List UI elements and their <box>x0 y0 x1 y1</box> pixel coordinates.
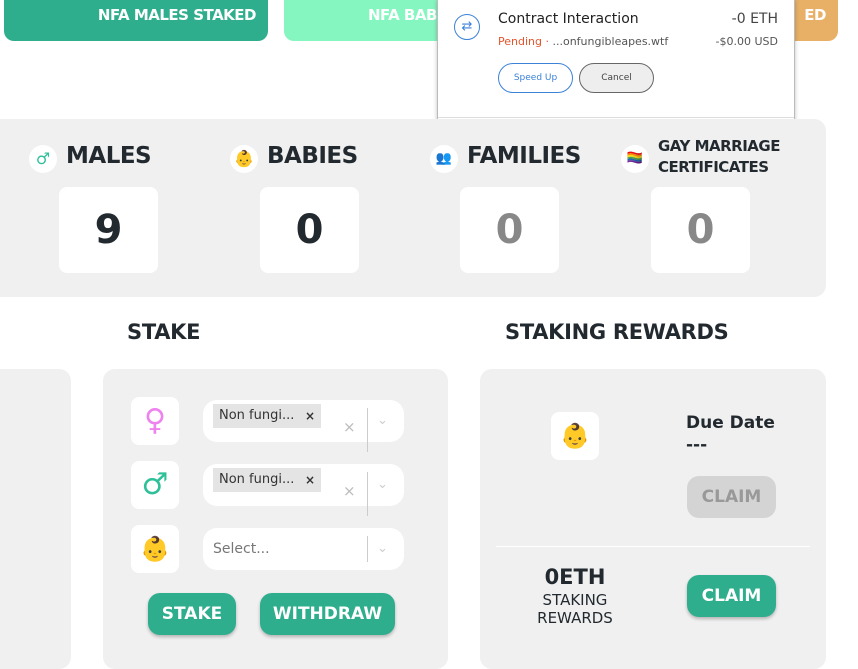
chevron-down-icon[interactable]: ⌄ <box>377 541 388 556</box>
female-icon: ♀ <box>131 397 179 445</box>
tag-label: Non fungi... <box>219 408 295 423</box>
claim-button[interactable]: CLAIM <box>687 575 776 617</box>
placeholder: Select... <box>213 541 270 557</box>
remove-tag-icon[interactable]: × <box>305 404 315 428</box>
baby-icon: 👶 <box>131 525 179 573</box>
male-icon: ♂ <box>29 145 57 173</box>
due-date-label: Due Date <box>686 413 775 433</box>
male-icon: ♂ <box>131 461 179 509</box>
withdraw-button[interactable]: WITHDRAW <box>260 593 395 635</box>
selected-tag: Non fungi... × <box>213 404 321 428</box>
stat-value: 9 <box>59 187 158 273</box>
separator <box>367 472 368 516</box>
claim-button-disabled: CLAIM <box>687 476 776 518</box>
chevron-down-icon[interactable]: ⌄ <box>377 413 388 428</box>
left-panel <box>0 369 71 669</box>
stake-panel: ♀ Non fungi... × × ⌄ ♂ Non fungi... × × ⌄ 👶 Se… <box>103 369 448 669</box>
transaction-status: Pending · ...onfungibleapes.wtf <box>498 35 668 48</box>
swap-arrows-icon: ⇄ <box>454 14 480 40</box>
separator <box>367 408 368 452</box>
speed-up-button[interactable]: Speed Up <box>498 63 573 93</box>
selected-tag: Non fungi... × <box>213 468 321 492</box>
rewards-title: STAKING REWARDS <box>505 320 729 344</box>
baby-select[interactable]: Select... ⌄ <box>203 528 404 570</box>
rewards-panel: 👶 Due Date --- CLAIM 0ETH STAKING REWARD… <box>480 369 826 669</box>
card-label: NFA BAB <box>368 6 437 24</box>
transaction-popup: ⇄ Contract Interaction -0 ETH Pending · … <box>437 0 795 127</box>
stats-panel: ♂ MALES 9 👶 BABIES 0 👥 FAMILIES 0 🏳️‍🌈 GAY MARR… <box>0 119 826 297</box>
separator <box>367 536 368 562</box>
clear-icon[interactable]: × <box>343 418 356 436</box>
stat-label: GAY MARRIAGE CERTIFICATES <box>658 137 780 176</box>
family-icon: 👥 <box>430 145 458 173</box>
stat-value: 0 <box>260 187 359 273</box>
baby-icon: 👶 <box>551 412 599 460</box>
status-separator: · <box>541 35 553 48</box>
origin-text: ...onfungibleapes.wtf <box>552 35 669 48</box>
tag-label: Non fungi... <box>219 472 295 487</box>
card-label: NFA MALES STAKED <box>97 6 257 24</box>
card-label: ED <box>804 6 826 24</box>
stat-label: FAMILIES <box>467 143 581 169</box>
males-staked-card: NFA MALES STAKED <box>4 0 268 41</box>
rewards-amount: 0ETH <box>544 565 606 589</box>
stake-button[interactable]: STAKE <box>148 593 236 635</box>
status-text: Pending <box>498 35 542 48</box>
stat-label: BABIES <box>267 143 358 169</box>
stat-label: MALES <box>66 143 152 169</box>
stake-title: STAKE <box>127 320 201 344</box>
divider <box>496 546 810 547</box>
rewards-amount-label: STAKING REWARDS <box>537 591 613 627</box>
divider <box>438 117 794 118</box>
cancel-button[interactable]: Cancel <box>579 63 654 93</box>
stat-value: 0 <box>651 187 750 273</box>
transaction-amount: -0 ETH <box>731 11 778 27</box>
transaction-usd: -$0.00 USD <box>715 35 778 48</box>
female-select[interactable]: Non fungi... × × ⌄ <box>203 400 404 452</box>
chevron-down-icon[interactable]: ⌄ <box>377 477 388 492</box>
due-date-value: --- <box>686 435 708 455</box>
remove-tag-icon[interactable]: × <box>305 468 315 492</box>
transaction-title: Contract Interaction <box>498 11 639 27</box>
rainbow-flag-icon: 🏳️‍🌈 <box>621 145 649 173</box>
stat-value: 0 <box>460 187 559 273</box>
baby-icon: 👶 <box>230 145 258 173</box>
male-select[interactable]: Non fungi... × × ⌄ <box>203 464 404 516</box>
clear-icon[interactable]: × <box>343 482 356 500</box>
